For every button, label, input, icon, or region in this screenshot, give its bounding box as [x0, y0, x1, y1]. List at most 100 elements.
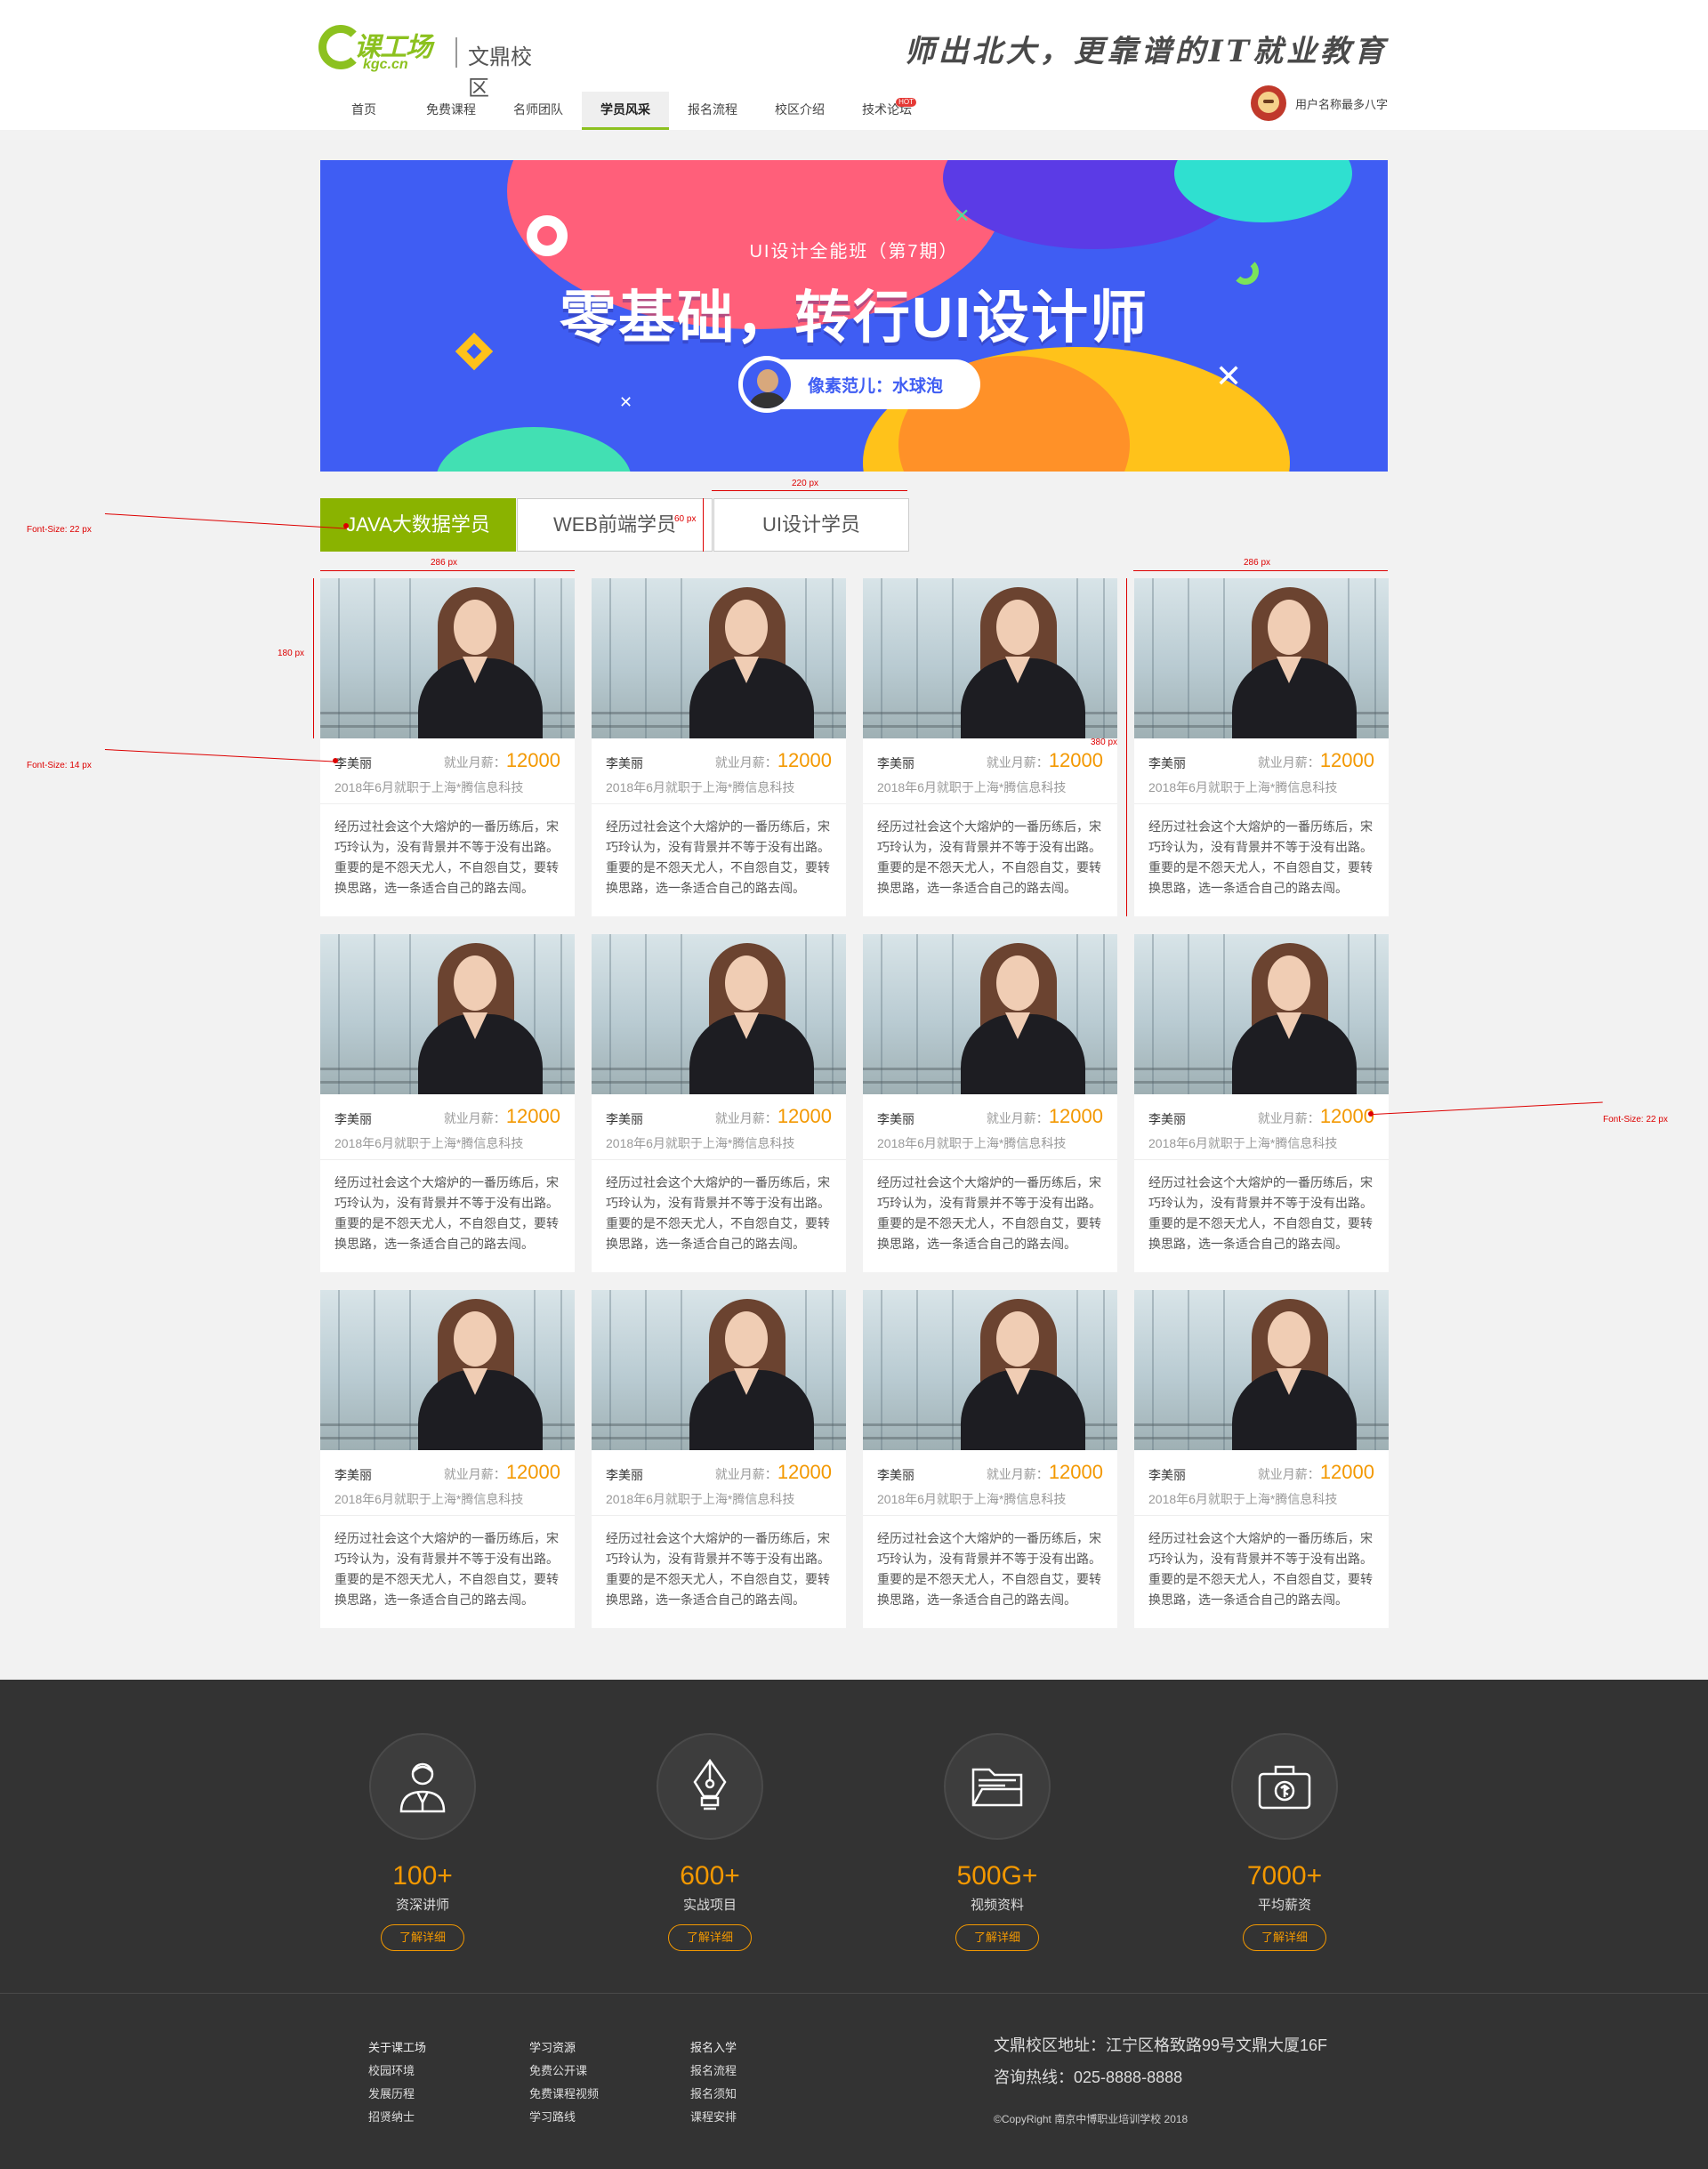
cross-decoration: ✕: [1215, 358, 1243, 394]
salary-label: 就业月薪：: [1257, 1467, 1320, 1481]
student-card[interactable]: 李美丽 就业月薪：12000 2018年6月就职于上海*腾信息科技 经历过社会这…: [1134, 934, 1389, 1272]
student-card[interactable]: 李美丽 就业月薪：12000 2018年6月就职于上海*腾信息科技 经历过社会这…: [1134, 1290, 1389, 1628]
student-photo: [592, 934, 846, 1094]
annotation-line: [320, 570, 575, 571]
annotation-photo-height: 180 px: [278, 649, 305, 658]
footer-link[interactable]: 招贤纳士: [368, 2106, 426, 2129]
avatar[interactable]: [1250, 85, 1286, 121]
salary-value: 12000: [777, 749, 832, 771]
salary-block: 就业月薪：12000: [1258, 749, 1374, 772]
student-story: 经历过社会这个大熔炉的一番历练后，宋巧玲认为，没有背景并不等于没有出路。重要的是…: [1148, 1531, 1373, 1607]
student-photo: [863, 934, 1117, 1094]
salary-label: 就业月薪：: [443, 755, 506, 770]
student-card[interactable]: 李美丽 就业月薪：12000 2018年6月就职于上海*腾信息科技 经历过社会这…: [592, 1290, 846, 1628]
promo-banner[interactable]: ✕ ✕ ✕ UI设计全能班（第7期） 零基础，转行UI设计师 像素范儿：水球泡: [320, 160, 1388, 472]
tab-web[interactable]: WEB前端学员: [517, 498, 713, 552]
annotation-line: [313, 578, 314, 738]
slogan: 师出北大，更靠谱的IT就业教育: [904, 34, 1388, 69]
student-name: 李美丽: [606, 756, 643, 770]
student-name: 李美丽: [606, 1112, 643, 1126]
nav-item-forum[interactable]: 技术论坛 HOT: [843, 92, 931, 130]
footer-link[interactable]: 报名入学: [690, 2036, 737, 2060]
student-card[interactable]: 李美丽 就业月薪：12000 2018年6月就职于上海*腾信息科技 经历过社会这…: [592, 578, 846, 916]
user-menu[interactable]: 用户名称最多八字: [1250, 85, 1388, 121]
footer-link[interactable]: 关于课工场: [368, 2036, 426, 2060]
footer-link[interactable]: 发展历程: [368, 2083, 426, 2106]
footer-link[interactable]: 报名流程: [690, 2060, 737, 2083]
student-photo: [863, 578, 1117, 738]
tab-ui[interactable]: UI设计学员: [713, 498, 909, 552]
student-card[interactable]: 李美丽 就业月薪：12000 2018年6月就职于上海*腾信息科技 经历过社会这…: [1134, 578, 1389, 916]
footer-links-about: 关于课工场 校园环境 发展历程 招贤纳士: [368, 2036, 426, 2129]
student-card[interactable]: 李美丽 就业月薪：12000 2018年6月就职于上海*腾信息科技 经历过社会这…: [592, 934, 846, 1272]
student-card[interactable]: 李美丽 就业月薪：12000 2018年6月就职于上海*腾信息科技 经历过社会这…: [863, 1290, 1117, 1628]
footer-link[interactable]: 学习路线: [529, 2106, 599, 2129]
annotation-line: [712, 490, 907, 491]
nav-item-enrollment[interactable]: 报名流程: [669, 92, 756, 130]
user-name: 用户名称最多八字: [1294, 97, 1388, 111]
job-info: 2018年6月就职于上海*腾信息科技: [877, 1136, 1067, 1150]
teacher-name: 像素范儿：水球泡: [808, 376, 944, 396]
student-info: 李美丽 就业月薪：12000 2018年6月就职于上海*腾信息科技: [863, 738, 1117, 804]
footer-link[interactable]: 免费课程视频: [529, 2083, 599, 2106]
salary-block: 就业月薪：12000: [987, 1105, 1103, 1128]
annotation-tab-font: Font-Size: 22 px: [27, 525, 92, 535]
nav-item-home[interactable]: 首页: [320, 92, 407, 130]
student-card[interactable]: 李美丽 就业月薪：12000 2018年6月就职于上海*腾信息科技 经历过社会这…: [863, 578, 1117, 916]
student-card[interactable]: 李美丽 就业月薪：12000 2018年6月就职于上海*腾信息科技 经历过社会这…: [320, 578, 575, 916]
job-info: 2018年6月就职于上海*腾信息科技: [334, 1492, 524, 1506]
learn-more-button[interactable]: 了解详细: [381, 1924, 464, 1951]
banner-subtitle: UI设计全能班（第7期）: [749, 242, 959, 262]
salary-value: 12000: [505, 1461, 560, 1483]
student-name: 李美丽: [877, 756, 914, 770]
footer-link[interactable]: 课程安排: [690, 2106, 737, 2129]
learn-more-button[interactable]: 了解详细: [1243, 1924, 1326, 1951]
student-info: 李美丽 就业月薪：12000 2018年6月就职于上海*腾信息科技: [320, 1450, 575, 1516]
student-story: 经历过社会这个大熔炉的一番历练后，宋巧玲认为，没有背景并不等于没有出路。重要的是…: [877, 1531, 1101, 1607]
student-info: 李美丽 就业月薪：12000 2018年6月就职于上海*腾信息科技: [863, 1450, 1117, 1516]
stats-section: 100+ 资深讲师 了解详细 600+ 实战项目 了解详细 500G+ 视频资料…: [0, 1680, 1708, 1993]
logo-divider: [455, 37, 457, 68]
footer-links-enrollment: 报名入学 报名流程 报名须知 课程安排: [690, 2036, 737, 2129]
learn-more-button[interactable]: 了解详细: [955, 1924, 1039, 1951]
annotation-line: [1133, 570, 1388, 571]
student-card[interactable]: 李美丽 就业月薪：12000 2018年6月就职于上海*腾信息科技 经历过社会这…: [863, 934, 1117, 1272]
student-info: 李美丽 就业月薪：12000 2018年6月就职于上海*腾信息科技: [1134, 1094, 1389, 1160]
annotation-line: [1126, 578, 1127, 916]
annotation-salary-font: Font-Size: 22 px: [1603, 1115, 1668, 1125]
footer-link[interactable]: 学习资源: [529, 2036, 599, 2060]
footer-link[interactable]: 免费公开课: [529, 2060, 599, 2083]
salary-value: 12000: [777, 1105, 832, 1127]
footer-link[interactable]: 校园环境: [368, 2060, 426, 2083]
salary-label: 就业月薪：: [714, 1467, 777, 1481]
salary-block: 就业月薪：12000: [444, 749, 560, 772]
job-info: 2018年6月就职于上海*腾信息科技: [334, 1136, 524, 1150]
salary-value: 12000: [777, 1461, 832, 1483]
student-photo: [320, 934, 575, 1094]
student-card[interactable]: 李美丽 就业月薪：12000 2018年6月就职于上海*腾信息科技 经历过社会这…: [320, 934, 575, 1272]
nav-item-students[interactable]: 学员风采: [582, 92, 669, 130]
annotation-line: [104, 513, 347, 529]
student-info: 李美丽 就业月薪：12000 2018年6月就职于上海*腾信息科技: [1134, 1450, 1389, 1516]
student-story: 经历过社会这个大熔炉的一番历练后，宋巧玲认为，没有背景并不等于没有出路。重要的是…: [1148, 1175, 1373, 1251]
salary-value: 12000: [1048, 1105, 1103, 1127]
kgc-logo[interactable]: 课工场 kgc.cn 文鼎校区: [318, 20, 550, 101]
learn-more-button[interactable]: 了解详细: [668, 1924, 752, 1951]
salary-value: 12000: [505, 749, 560, 771]
footer-link[interactable]: 报名须知: [690, 2083, 737, 2106]
nav-item-teachers[interactable]: 名师团队: [495, 92, 582, 130]
student-photo: [1134, 934, 1389, 1094]
banner-shape: [436, 427, 632, 472]
stat-projects: 600+ 实战项目 了解详细: [621, 1733, 799, 1951]
salary-block: 就业月薪：12000: [715, 1105, 832, 1128]
student-story: 经历过社会这个大熔炉的一番历练后，宋巧玲认为，没有背景并不等于没有出路。重要的是…: [334, 1531, 559, 1607]
tab-java[interactable]: JAVA大数据学员: [320, 498, 516, 552]
stat-number: 500G+: [956, 1861, 1038, 1891]
salary-block: 就业月薪：12000: [444, 1105, 560, 1128]
student-photo: [320, 1290, 575, 1450]
student-card[interactable]: 李美丽 就业月薪：12000 2018年6月就职于上海*腾信息科技 经历过社会这…: [320, 1290, 575, 1628]
nav-item-free-courses[interactable]: 免费课程: [407, 92, 495, 130]
nav-item-campus[interactable]: 校区介绍: [756, 92, 843, 130]
student-story: 经历过社会这个大熔炉的一番历练后，宋巧玲认为，没有背景并不等于没有出路。重要的是…: [606, 819, 830, 895]
job-info: 2018年6月就职于上海*腾信息科技: [877, 1492, 1067, 1506]
